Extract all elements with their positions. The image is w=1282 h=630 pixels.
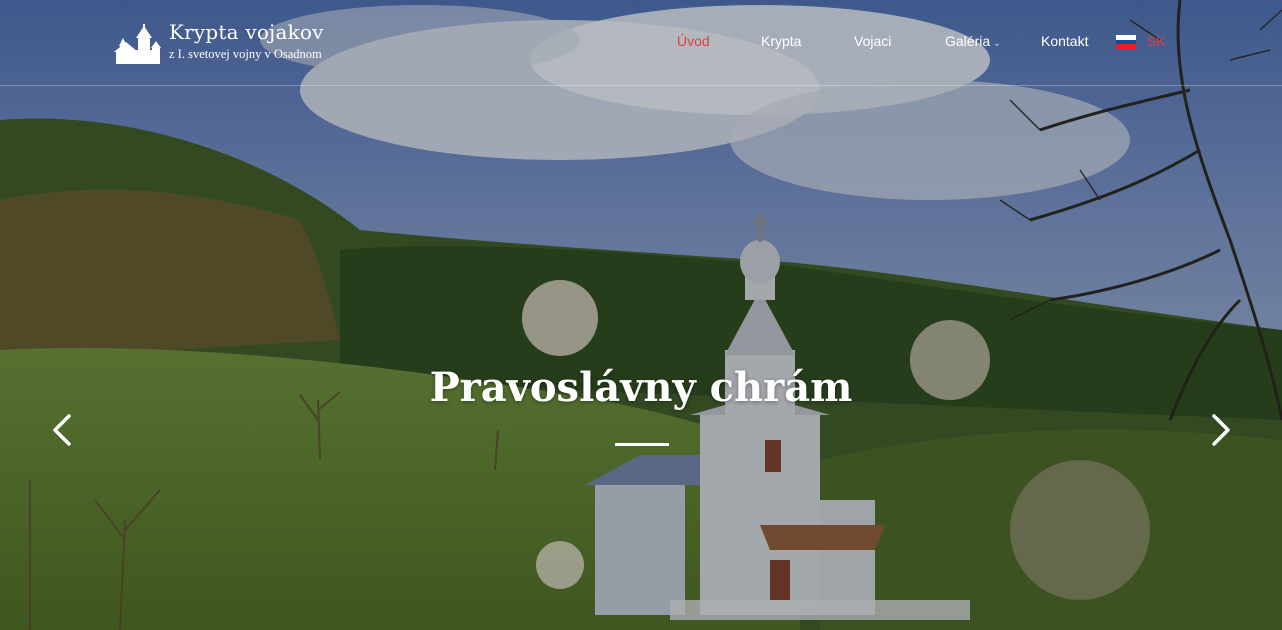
nav-item-label: Kontakt [1041, 33, 1089, 49]
chevron-right-icon [1212, 414, 1230, 446]
nav-item-label: Úvod [677, 33, 710, 49]
nav-item-krypta[interactable]: Krypta [761, 33, 801, 49]
language-switcher[interactable]: SK [1147, 33, 1166, 49]
nav-item-uvod[interactable]: Úvod [677, 33, 710, 49]
nav-item-label: Krypta [761, 33, 802, 49]
slovak-flag-icon[interactable] [1116, 35, 1136, 49]
slider-prev-button[interactable] [47, 410, 77, 450]
nav-item-label: Vojaci [854, 33, 892, 49]
chevron-left-icon [53, 414, 71, 446]
slide-title: Pravoslávny chrám [429, 364, 853, 411]
site-logo[interactable]: Krypta vojakov z I. svetovej vojny v Osa… [114, 20, 354, 68]
hero-dim-overlay [0, 0, 1282, 630]
nav-item-label: Galéria [945, 33, 991, 49]
title-divider [615, 443, 669, 446]
logo-subtitle: z I. svetovej vojny v Osadnom [169, 47, 322, 61]
nav-item-kontakt[interactable]: Kontakt [1041, 33, 1088, 49]
nav-item-galeria[interactable]: Galéria ⌄ [945, 33, 1001, 49]
nav-item-vojaci[interactable]: Vojaci [854, 33, 891, 49]
church-icon [114, 24, 161, 64]
chevron-down-icon: ⌄ [993, 38, 1001, 48]
logo-title: Krypta vojakov [169, 20, 324, 44]
site-header: Krypta vojakov z I. svetovej vojny v Osa… [0, 0, 1282, 86]
hero-slider [0, 0, 1282, 630]
slider-next-button[interactable] [1206, 410, 1236, 450]
